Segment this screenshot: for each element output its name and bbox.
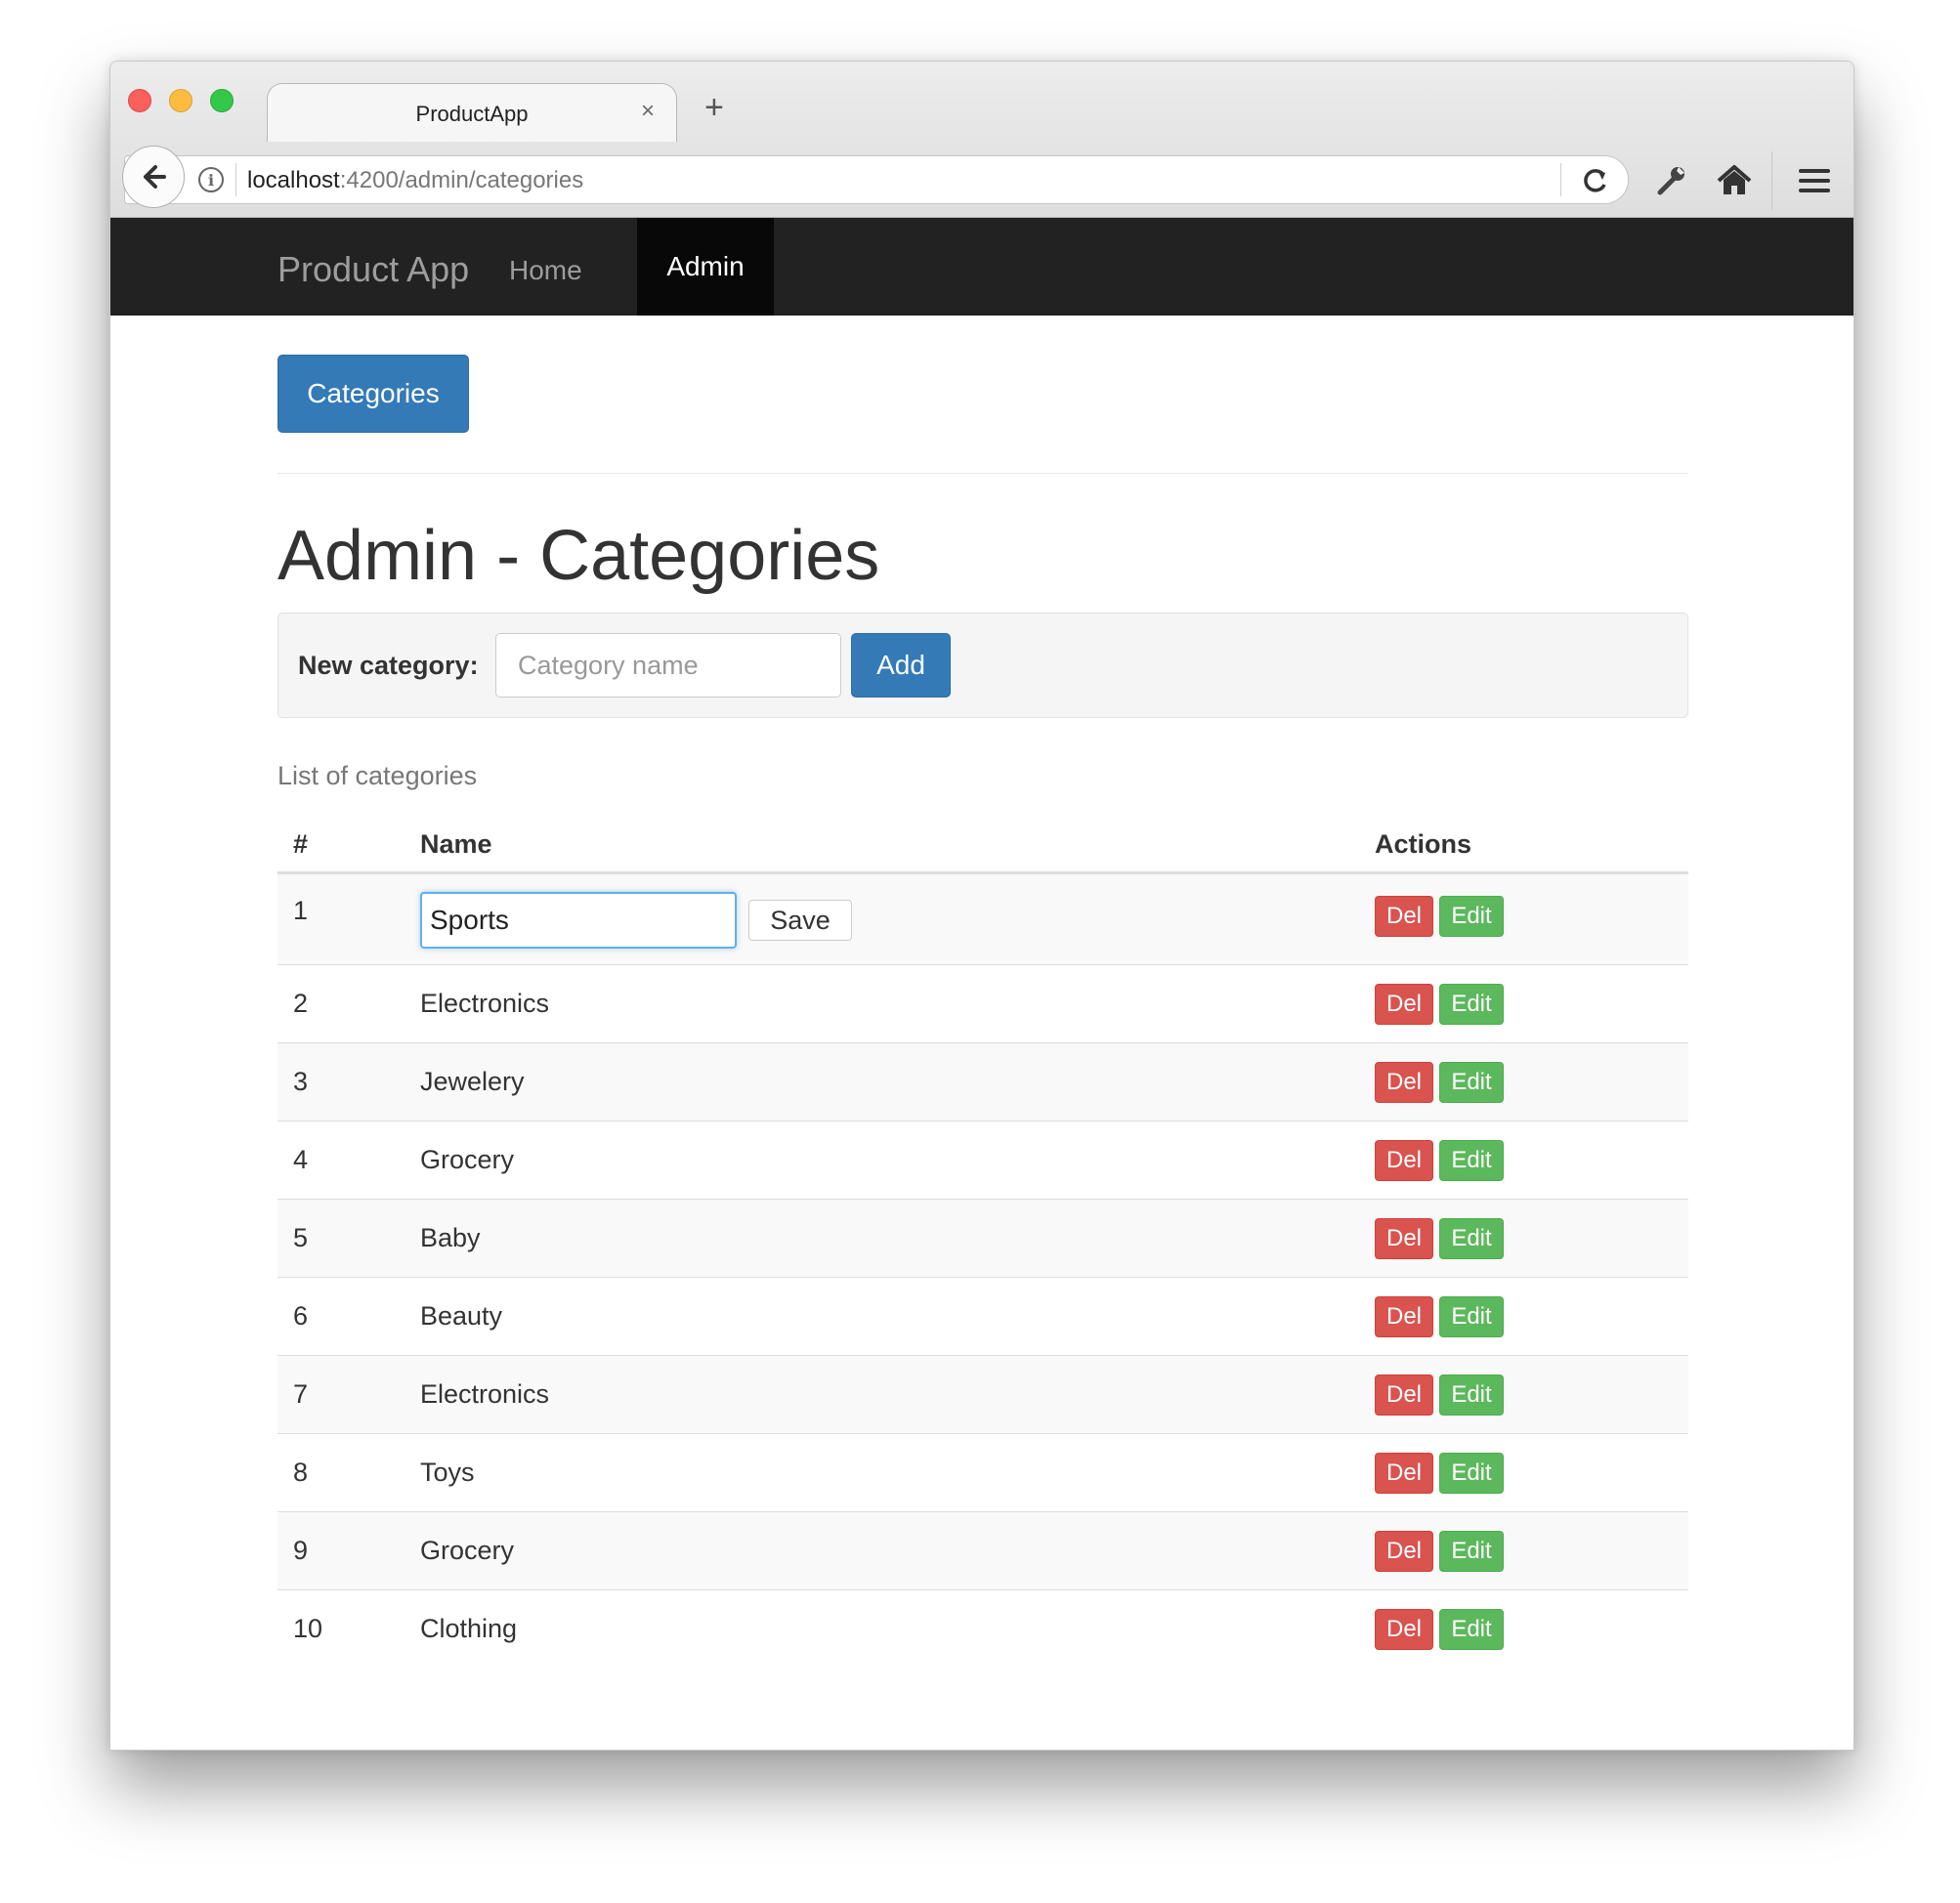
table-row: 3 Jewelery Del Edit bbox=[277, 1042, 1688, 1121]
new-category-label: New category: bbox=[298, 651, 479, 680]
navbar-brand[interactable]: Product App bbox=[277, 249, 469, 290]
browser-tab[interactable]: ProductApp × bbox=[267, 83, 677, 142]
table-header: # Name Actions bbox=[277, 814, 1688, 874]
delete-button[interactable]: Del bbox=[1375, 1609, 1433, 1650]
new-category-form: New category: Add bbox=[277, 613, 1688, 718]
hamburger-menu-icon[interactable] bbox=[1795, 163, 1834, 198]
back-button[interactable] bbox=[122, 146, 185, 208]
delete-button[interactable]: Del bbox=[1375, 896, 1433, 937]
browser-chrome: ProductApp × + i localhost:4200/admin/ca… bbox=[110, 62, 1853, 218]
nav-item-home[interactable]: Home bbox=[509, 255, 582, 286]
window-controls bbox=[128, 89, 234, 112]
row-number: 1 bbox=[293, 896, 309, 925]
category-name-input[interactable] bbox=[495, 633, 841, 698]
edit-button[interactable]: Edit bbox=[1439, 1374, 1504, 1416]
url-divider bbox=[235, 163, 236, 196]
delete-button[interactable]: Del bbox=[1375, 1296, 1433, 1337]
url-divider-right bbox=[1560, 163, 1561, 196]
delete-button[interactable]: Del bbox=[1375, 1374, 1433, 1416]
zoom-window-button[interactable] bbox=[210, 89, 234, 112]
edit-button[interactable]: Edit bbox=[1439, 1140, 1504, 1181]
wrench-icon[interactable] bbox=[1652, 161, 1691, 200]
site-info-icon[interactable]: i bbox=[198, 167, 224, 192]
save-button[interactable]: Save bbox=[748, 900, 852, 941]
edit-button[interactable]: Edit bbox=[1439, 1218, 1504, 1259]
edit-button[interactable]: Edit bbox=[1439, 896, 1504, 937]
edit-button[interactable]: Edit bbox=[1439, 1453, 1504, 1494]
edit-button[interactable]: Edit bbox=[1439, 984, 1504, 1025]
table-caption: List of categories bbox=[277, 761, 478, 790]
row-name: Jewelery bbox=[420, 1067, 525, 1096]
delete-button[interactable]: Del bbox=[1375, 1531, 1433, 1572]
table-body: 1SaveDelEdit2ElectronicsDelEdit3Jewelery… bbox=[277, 874, 1688, 1668]
header-name: Name bbox=[420, 829, 492, 859]
tab-close-icon[interactable]: × bbox=[641, 98, 655, 125]
nav-item-admin[interactable]: Admin bbox=[637, 218, 774, 316]
row-number: 4 bbox=[293, 1145, 309, 1174]
table-row: 9 Grocery Del Edit bbox=[277, 1511, 1688, 1589]
url-text[interactable]: localhost:4200/admin/categories bbox=[247, 167, 583, 194]
delete-button[interactable]: Del bbox=[1375, 984, 1433, 1025]
row-name: Electronics bbox=[420, 1379, 550, 1409]
edit-button[interactable]: Edit bbox=[1439, 1609, 1504, 1650]
table-row: 1 Save DelEdit bbox=[277, 874, 1688, 964]
row-number: 9 bbox=[293, 1536, 309, 1565]
delete-button[interactable]: Del bbox=[1375, 1218, 1433, 1259]
table-row: 7 Electronics Del Edit bbox=[277, 1355, 1688, 1433]
row-number: 2 bbox=[293, 989, 309, 1018]
row-name: Beauty bbox=[420, 1301, 503, 1331]
browser-window: ProductApp × + i localhost:4200/admin/ca… bbox=[109, 61, 1854, 1751]
table-row: 10 Clothing Del Edit bbox=[277, 1589, 1688, 1668]
url-host: localhost bbox=[247, 167, 340, 193]
home-icon[interactable] bbox=[1713, 159, 1756, 202]
reload-icon[interactable] bbox=[1576, 161, 1615, 200]
row-name: Grocery bbox=[420, 1145, 515, 1174]
categories-button[interactable]: Categories bbox=[277, 355, 469, 433]
row-name: Clothing bbox=[420, 1614, 518, 1643]
row-number: 6 bbox=[293, 1301, 309, 1331]
table-row: 4 Grocery Del Edit bbox=[277, 1121, 1688, 1199]
edit-button[interactable]: Edit bbox=[1439, 1296, 1504, 1337]
edit-button[interactable]: Edit bbox=[1439, 1062, 1504, 1103]
new-tab-button[interactable]: + bbox=[704, 91, 724, 124]
add-button[interactable]: Add bbox=[851, 633, 951, 698]
page-content: Product App Home Admin Categories Admin … bbox=[110, 218, 1853, 1750]
row-name: Electronics bbox=[420, 989, 550, 1018]
delete-button[interactable]: Del bbox=[1375, 1062, 1433, 1103]
header-actions: Actions bbox=[1375, 829, 1472, 859]
row-number: 10 bbox=[293, 1614, 323, 1643]
header-number: # bbox=[293, 829, 309, 859]
row-number: 7 bbox=[293, 1379, 309, 1409]
row-number: 5 bbox=[293, 1223, 309, 1252]
row-name: Toys bbox=[420, 1458, 475, 1487]
table-row: 2 Electronics Del Edit bbox=[277, 964, 1688, 1042]
delete-button[interactable]: Del bbox=[1375, 1140, 1433, 1181]
back-arrow-icon bbox=[144, 165, 166, 189]
table-row: 8 Toys Del Edit bbox=[277, 1433, 1688, 1511]
url-path: :4200/admin/categories bbox=[339, 167, 584, 193]
table-row: 6 Beauty Del Edit bbox=[277, 1277, 1688, 1355]
table-row: 5 Baby Del Edit bbox=[277, 1199, 1688, 1277]
row-number: 8 bbox=[293, 1458, 309, 1487]
edit-button[interactable]: Edit bbox=[1439, 1531, 1504, 1572]
navbar: Product App Home Admin bbox=[110, 218, 1853, 316]
page-title: Admin - Categories bbox=[277, 517, 880, 595]
tab-title: ProductApp bbox=[415, 102, 529, 126]
delete-button[interactable]: Del bbox=[1375, 1453, 1433, 1494]
row-name: Baby bbox=[420, 1223, 481, 1252]
divider bbox=[277, 473, 1688, 474]
minimize-window-button[interactable] bbox=[169, 89, 192, 112]
close-window-button[interactable] bbox=[128, 89, 151, 112]
row-number: 3 bbox=[293, 1067, 309, 1096]
row-name: Grocery bbox=[420, 1536, 515, 1565]
toolbar-divider bbox=[1771, 151, 1772, 210]
edit-name-input[interactable] bbox=[420, 892, 737, 949]
